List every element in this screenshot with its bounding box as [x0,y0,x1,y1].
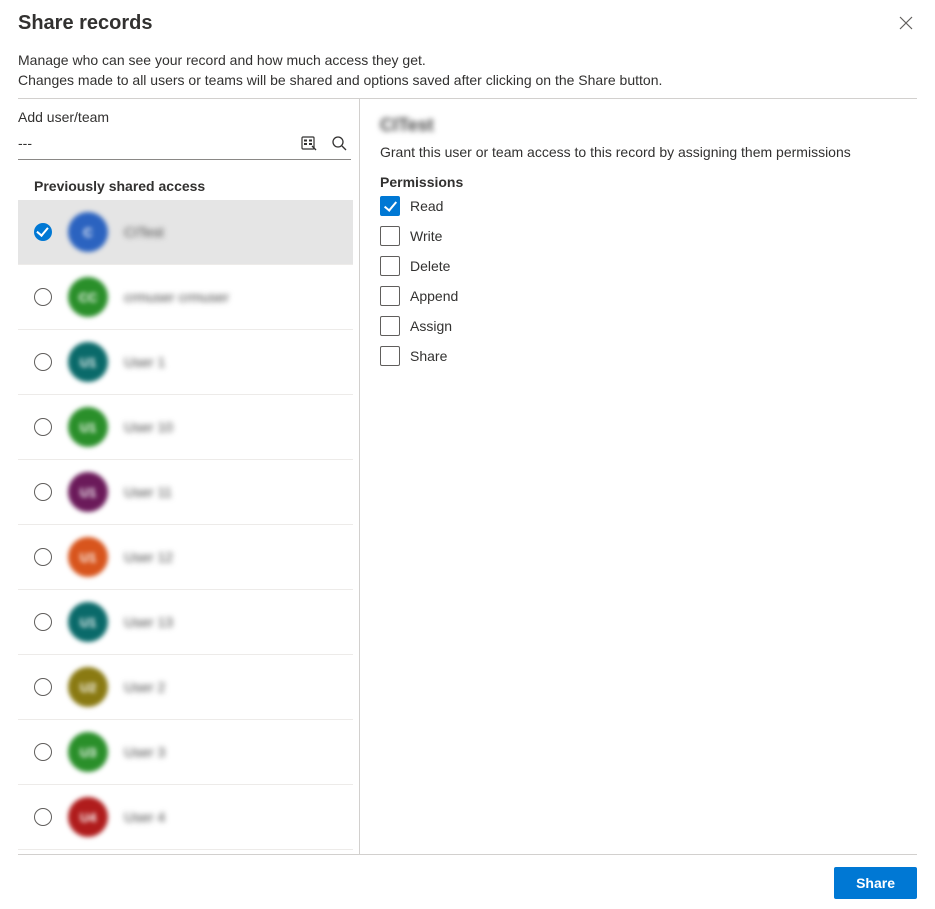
permission-description: Grant this user or team access to this r… [380,144,917,160]
user-row[interactable]: U3 User 3 [18,720,353,785]
shared-access-heading: Previously shared access [18,160,359,200]
dialog-subtitle: Manage who can see your record and how m… [0,37,935,98]
user-select-toggle[interactable] [34,223,52,241]
user-name-label: User 12 [124,549,173,565]
directory-lookup-button[interactable] [299,133,319,153]
dialog-title: Share records [18,12,153,35]
share-button[interactable]: Share [834,867,917,899]
user-row[interactable]: U4 User 4 [18,785,353,850]
user-select-toggle[interactable] [34,483,52,501]
permission-checkbox[interactable] [380,346,400,366]
permission-label: Read [410,198,443,214]
permission-checkbox[interactable] [380,196,400,216]
user-row[interactable]: CC crmuser crmuser [18,265,353,330]
permission-label: Assign [410,318,452,334]
selected-user-name: CITest [380,115,434,136]
user-row[interactable]: U1 User 13 [18,590,353,655]
permission-label: Append [410,288,458,304]
avatar: U1 [68,342,108,382]
user-select-toggle[interactable] [34,353,52,371]
add-user-input[interactable] [18,127,299,159]
user-row[interactable]: U1 User 11 [18,460,353,525]
subtitle-line1: Manage who can see your record and how m… [18,52,426,68]
directory-icon [301,135,317,151]
user-select-toggle[interactable] [34,808,52,826]
user-name-label: User 1 [124,354,165,370]
avatar: U2 [68,667,108,707]
search-button[interactable] [329,133,349,153]
user-select-toggle[interactable] [34,613,52,631]
avatar: U4 [68,797,108,837]
permission-label: Write [410,228,442,244]
user-name-label: crmuser crmuser [124,289,229,305]
permission-label: Share [410,348,447,364]
permission-item[interactable]: Read [380,196,917,216]
avatar: U1 [68,472,108,512]
permission-label: Delete [410,258,450,274]
avatar: U1 [68,407,108,447]
user-row[interactable]: U1 User 1 [18,330,353,395]
user-select-toggle[interactable] [34,548,52,566]
user-row[interactable]: U2 User 2 [18,655,353,720]
user-name-label: User 13 [124,614,173,630]
user-name-label: User 11 [124,484,172,500]
close-button[interactable] [895,12,917,37]
user-name-label: CITest [124,224,164,240]
add-user-label: Add user/team [18,99,359,127]
permission-item[interactable]: Delete [380,256,917,276]
permission-checkbox[interactable] [380,286,400,306]
permission-item[interactable]: Append [380,286,917,306]
permission-checkbox[interactable] [380,226,400,246]
user-row[interactable]: U1 User 12 [18,525,353,590]
user-select-toggle[interactable] [34,418,52,436]
user-select-toggle[interactable] [34,678,52,696]
user-name-label: User 10 [124,419,173,435]
user-name-label: User 2 [124,679,165,695]
avatar: U1 [68,537,108,577]
avatar: CC [68,277,108,317]
permissions-list: Read Write Delete Append Assign Share [380,196,917,366]
user-select-toggle[interactable] [34,288,52,306]
user-select-toggle[interactable] [34,743,52,761]
user-list[interactable]: C CITest CC crmuser crmuser U1 User 1 U1 User 1… [18,200,359,854]
avatar: C [68,212,108,252]
permission-item[interactable]: Write [380,226,917,246]
user-row[interactable]: U1 User 10 [18,395,353,460]
close-icon [899,17,913,34]
subtitle-line2: Changes made to all users or teams will … [18,72,662,88]
permission-checkbox[interactable] [380,316,400,336]
avatar: U1 [68,602,108,642]
permission-item[interactable]: Assign [380,316,917,336]
avatar: U3 [68,732,108,772]
search-icon [331,135,347,151]
user-name-label: User 4 [124,809,165,825]
permission-item[interactable]: Share [380,346,917,366]
permission-checkbox[interactable] [380,256,400,276]
permissions-heading: Permissions [380,174,917,190]
user-name-label: User 3 [124,744,165,760]
user-row[interactable]: C CITest [18,200,353,265]
